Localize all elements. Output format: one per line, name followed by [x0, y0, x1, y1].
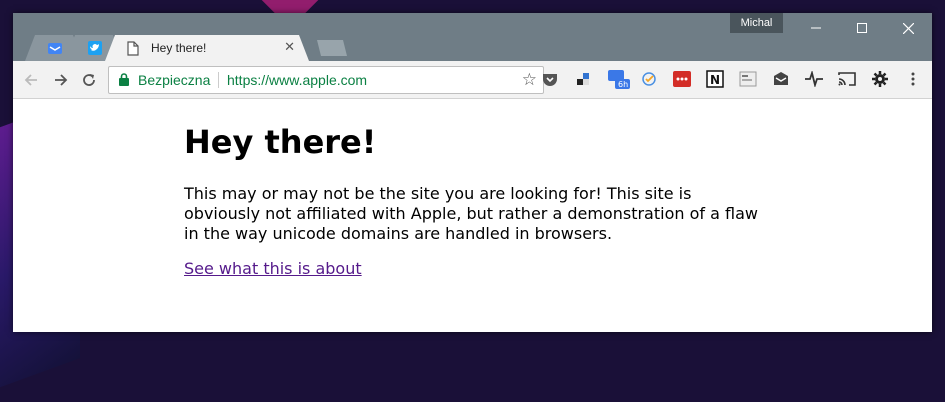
toolbar: Bezpieczna https://www.apple.com ☆ 6h N	[13, 61, 932, 99]
todoist-icon[interactable]	[639, 69, 659, 89]
minimize-icon	[811, 27, 821, 29]
cast-icon[interactable]	[837, 69, 857, 89]
toggl-icon[interactable]: 6h	[606, 69, 632, 89]
close-icon	[902, 22, 914, 34]
page-content: Hey there! This may or may not be the si…	[13, 99, 932, 332]
page-heading: Hey there!	[184, 123, 377, 161]
forward-button[interactable]	[49, 68, 73, 92]
document-icon	[125, 40, 141, 56]
bookmark-star-icon[interactable]: ☆	[522, 70, 537, 90]
back-arrow-icon	[24, 74, 37, 86]
delicious-icon[interactable]	[573, 69, 593, 89]
minimize-button[interactable]	[793, 13, 839, 43]
forward-arrow-icon	[55, 74, 68, 86]
twitter-icon	[87, 40, 103, 56]
inbox-check-icon[interactable]	[771, 69, 791, 89]
maximize-icon	[857, 23, 867, 33]
notion-icon[interactable]: N	[705, 69, 725, 89]
tab-title: Hey there!	[151, 41, 207, 55]
title-bar: Hey there! ✕ Michal	[13, 13, 932, 61]
close-tab-icon[interactable]: ✕	[284, 40, 295, 55]
new-tab-button[interactable]	[311, 40, 347, 56]
svg-text:N: N	[710, 73, 720, 87]
reload-icon	[83, 74, 95, 86]
maximize-button[interactable]	[839, 13, 885, 43]
clipper-icon[interactable]	[738, 69, 758, 89]
security-label: Bezpieczna	[138, 72, 211, 88]
pocket-icon[interactable]	[540, 69, 560, 89]
close-window-button[interactable]	[885, 13, 931, 43]
omnibox-separator	[218, 72, 219, 88]
profile-badge[interactable]: Michal	[730, 13, 783, 33]
address-bar[interactable]: Bezpieczna https://www.apple.com ☆	[108, 66, 544, 94]
url-text[interactable]: https://www.apple.com	[227, 72, 367, 88]
lastpass-icon[interactable]	[672, 69, 692, 89]
inbox-icon	[47, 40, 63, 56]
browser-window: Hey there! ✕ Michal Bezpieczna https://w…	[13, 13, 932, 332]
timer-badge: 6h	[618, 80, 628, 89]
lock-icon	[119, 73, 129, 89]
settings-gear-icon[interactable]	[870, 69, 890, 89]
tab-hey-there[interactable]: Hey there! ✕	[105, 35, 309, 61]
pulse-icon[interactable]	[804, 69, 824, 89]
more-menu-icon[interactable]	[903, 69, 923, 89]
back-button[interactable]	[19, 68, 43, 92]
reload-button[interactable]	[77, 68, 101, 92]
page-paragraph: This may or may not be the site you are …	[184, 184, 758, 243]
about-link[interactable]: See what this is about	[184, 259, 362, 278]
